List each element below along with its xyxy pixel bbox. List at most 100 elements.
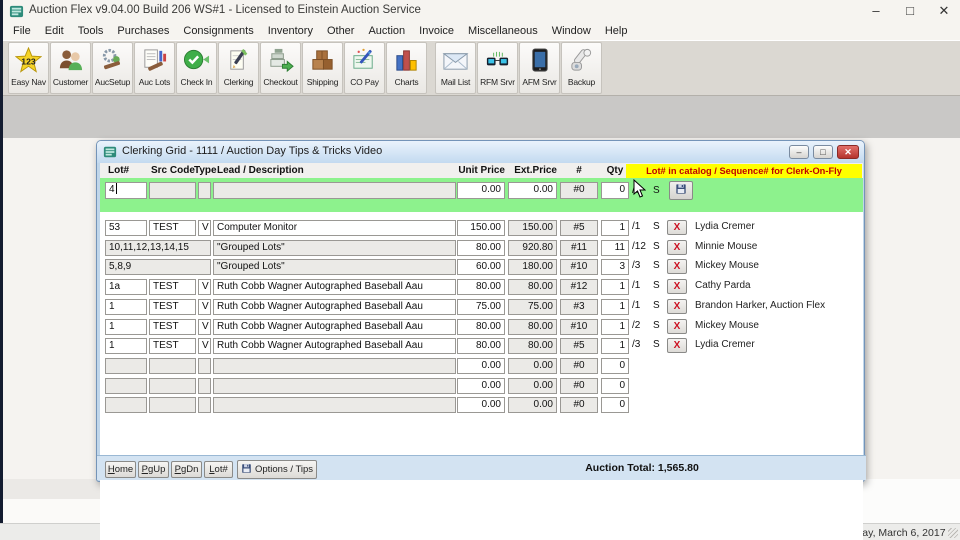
menu-item-miscellaneous[interactable]: Miscellaneous	[461, 23, 545, 39]
entry-src-input[interactable]	[149, 182, 196, 199]
entry-qty-input[interactable]: 0	[601, 182, 629, 199]
menu-item-file[interactable]: File	[6, 23, 38, 39]
menu-item-purchases[interactable]: Purchases	[110, 23, 176, 39]
toolbar-button-charts[interactable]: Charts	[386, 42, 427, 94]
unit-price-field[interactable]: 0.00	[457, 397, 505, 414]
description-field[interactable]	[213, 357, 456, 374]
dialog-minimize-button[interactable]: –	[789, 145, 809, 159]
delete-row-button[interactable]: X	[667, 279, 687, 295]
description-field[interactable]	[213, 397, 456, 414]
qty-field[interactable]: 0	[601, 377, 629, 394]
menu-item-edit[interactable]: Edit	[38, 23, 71, 39]
toolbar-button-mail-list[interactable]: Mail List	[435, 42, 476, 94]
type-field[interactable]: V	[198, 318, 211, 335]
minimize-button[interactable]: –	[861, 1, 891, 21]
qty-field[interactable]: 1	[601, 298, 629, 315]
entry-description-input[interactable]	[213, 182, 456, 199]
qty-field[interactable]: 11	[601, 239, 629, 256]
type-field[interactable]: V	[198, 338, 211, 355]
lot-field[interactable]: 1a	[105, 279, 147, 296]
toolbar-button-rfm-srvr[interactable]: RFM Srvr	[477, 42, 518, 94]
menu-item-tools[interactable]: Tools	[71, 23, 111, 39]
type-field[interactable]	[198, 397, 211, 414]
src-code-field[interactable]: TEST	[149, 279, 196, 296]
unit-price-field[interactable]: 0.00	[457, 377, 505, 394]
type-field[interactable]	[198, 357, 211, 374]
entry-unit-price-input[interactable]: 0.00	[457, 182, 505, 199]
toolbar-button-check-in[interactable]: Check In	[176, 42, 217, 94]
delete-row-button[interactable]: X	[667, 259, 687, 275]
lot-field[interactable]: 1	[105, 318, 147, 335]
unit-price-field[interactable]: 0.00	[457, 357, 505, 374]
lot-field[interactable]: 1	[105, 298, 147, 315]
unit-price-field[interactable]: 60.00	[457, 259, 505, 276]
menu-item-consignments[interactable]: Consignments	[176, 23, 260, 39]
unit-price-field[interactable]: 80.00	[457, 338, 505, 355]
dialog-maximize-button[interactable]: □	[813, 145, 833, 159]
menu-item-other[interactable]: Other	[320, 23, 362, 39]
delete-row-button[interactable]: X	[667, 318, 687, 334]
delete-row-button[interactable]: X	[667, 239, 687, 255]
delete-row-button[interactable]: X	[667, 298, 687, 314]
unit-price-field[interactable]: 80.00	[457, 279, 505, 296]
lot-field[interactable]: 53	[105, 220, 147, 236]
toolbar-button-customer[interactable]: Customer	[50, 42, 91, 94]
src-code-field[interactable]	[149, 397, 196, 414]
close-button[interactable]: ✕	[929, 1, 959, 21]
entry-lot-input[interactable]: 4	[105, 182, 147, 199]
src-code-field[interactable]: TEST	[149, 298, 196, 315]
src-code-field[interactable]	[149, 357, 196, 374]
resize-grip[interactable]	[948, 528, 958, 538]
toolbar-button-aucsetup[interactable]: AucSetup	[92, 42, 133, 94]
lot-field[interactable]	[105, 357, 147, 374]
page-down-button[interactable]: PgDn	[171, 461, 202, 478]
entry-ext-price-input[interactable]: 0.00	[508, 182, 557, 199]
type-field[interactable]: V	[198, 298, 211, 315]
type-field[interactable]: V	[198, 279, 211, 296]
src-code-field[interactable]: TEST	[149, 338, 196, 355]
toolbar-button-afm-srvr[interactable]: AFM Srvr	[519, 42, 560, 94]
toolbar-button-shipping[interactable]: Shipping	[302, 42, 343, 94]
lot-field[interactable]	[105, 397, 147, 414]
src-code-field[interactable]	[149, 377, 196, 394]
description-field[interactable]: Computer Monitor	[213, 220, 456, 236]
menu-item-inventory[interactable]: Inventory	[261, 23, 320, 39]
description-field[interactable]	[213, 377, 456, 394]
qty-field[interactable]: 1	[601, 279, 629, 296]
type-field[interactable]	[198, 377, 211, 394]
save-button[interactable]	[669, 181, 693, 200]
description-field[interactable]: Ruth Cobb Wagner Autographed Baseball Aa…	[213, 338, 456, 355]
lot-field[interactable]: 5,8,9	[105, 259, 211, 276]
entry-type-input[interactable]	[198, 182, 211, 199]
description-field[interactable]: "Grouped Lots"	[213, 239, 456, 256]
maximize-button[interactable]: □	[895, 1, 925, 21]
options-tips-button[interactable]: Options / Tips	[237, 460, 317, 479]
delete-row-button[interactable]: X	[667, 338, 687, 354]
menu-item-help[interactable]: Help	[598, 23, 635, 39]
lot-field[interactable]: 10,11,12,13,14,15	[105, 239, 211, 256]
qty-field[interactable]: 1	[601, 318, 629, 335]
goto-lot-button[interactable]: Lot#	[204, 461, 233, 478]
src-code-field[interactable]: TEST	[149, 220, 196, 236]
menu-item-invoice[interactable]: Invoice	[412, 23, 461, 39]
description-field[interactable]: "Grouped Lots"	[213, 259, 456, 276]
unit-price-field[interactable]: 80.00	[457, 318, 505, 335]
toolbar-button-auc-lots[interactable]: Auc Lots	[134, 42, 175, 94]
qty-field[interactable]: 3	[601, 259, 629, 276]
unit-price-field[interactable]: 80.00	[457, 239, 505, 256]
dialog-close-button[interactable]: ✕	[837, 145, 859, 159]
unit-price-field[interactable]: 150.00	[457, 220, 505, 236]
description-field[interactable]: Ruth Cobb Wagner Autographed Baseball Aa…	[213, 318, 456, 335]
delete-row-button[interactable]: X	[667, 220, 687, 235]
qty-field[interactable]: 0	[601, 397, 629, 414]
toolbar-button-checkout[interactable]: Checkout	[260, 42, 301, 94]
dialog-titlebar[interactable]: Clerking Grid - 1111 / Auction Day Tips …	[97, 141, 864, 163]
type-field[interactable]: V	[198, 220, 211, 236]
description-field[interactable]: Ruth Cobb Wagner Autographed Baseball Aa…	[213, 298, 456, 315]
qty-field[interactable]: 1	[601, 338, 629, 355]
toolbar-button-backup[interactable]: Backup	[561, 42, 602, 94]
description-field[interactable]: Ruth Cobb Wagner Autographed Baseball Aa…	[213, 279, 456, 296]
toolbar-button-clerking[interactable]: Clerking	[218, 42, 259, 94]
unit-price-field[interactable]: 75.00	[457, 298, 505, 315]
entry-bidder-number-input[interactable]: #0	[560, 182, 598, 199]
